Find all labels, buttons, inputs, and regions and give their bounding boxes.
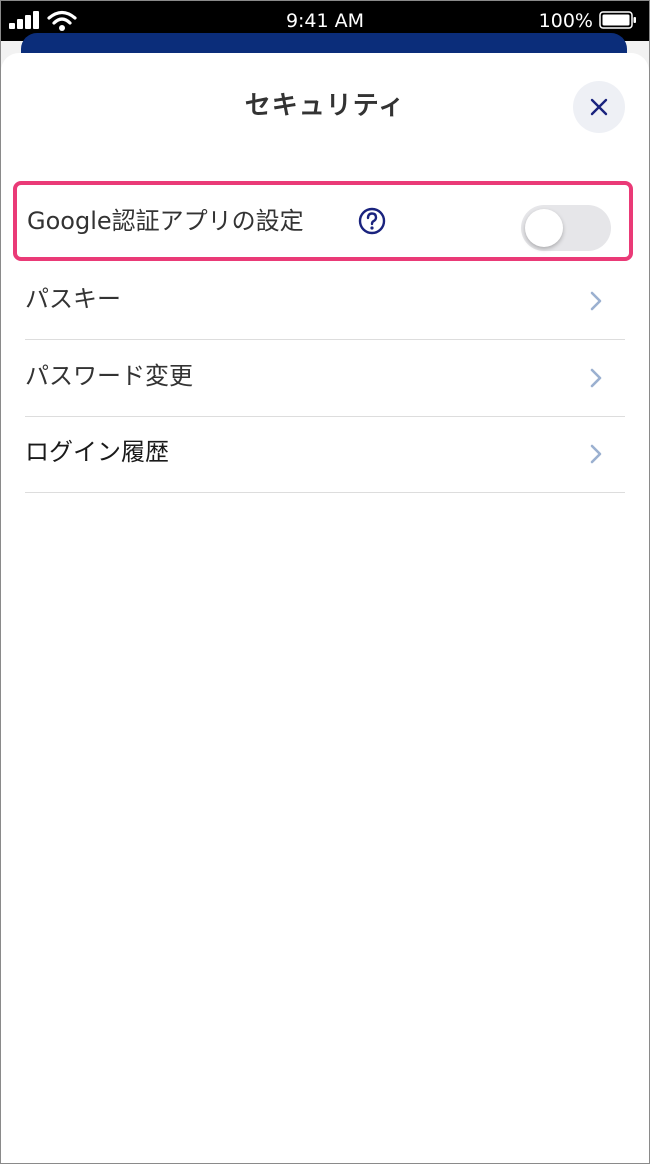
- security-sheet: セキュリティ Google認証アプリの設定 パスキー パスワード変更 ログイン履…: [1, 53, 649, 1163]
- battery-percentage: 100%: [538, 10, 593, 32]
- close-button[interactable]: [573, 81, 625, 133]
- google-auth-row: Google認証アプリの設定: [13, 181, 633, 261]
- close-icon: [590, 98, 608, 116]
- menu-item-login-history[interactable]: ログイン履歴: [25, 416, 625, 493]
- battery-icon: [599, 11, 636, 29]
- phone-screen: 9:41 AM 100% セキュリティ Google認証アプリの設定 パスキー …: [0, 0, 650, 1164]
- help-circle-icon[interactable]: [357, 206, 387, 236]
- menu-item-change-password[interactable]: パスワード変更: [25, 340, 625, 417]
- toggle-knob: [525, 209, 563, 247]
- sheet-title: セキュリティ: [244, 91, 406, 121]
- google-auth-toggle[interactable]: [521, 205, 611, 251]
- chevron-right-icon: [590, 444, 602, 464]
- chevron-right-icon: [590, 368, 602, 388]
- menu-item-label: パスワード変更: [25, 362, 193, 390]
- menu-item-label: パスキー: [25, 285, 121, 313]
- menu-item-passkey[interactable]: パスキー: [25, 263, 625, 340]
- menu-item-label: ログイン履歴: [25, 438, 169, 466]
- google-auth-label: Google認証アプリの設定: [27, 207, 304, 235]
- chevron-right-icon: [590, 291, 602, 311]
